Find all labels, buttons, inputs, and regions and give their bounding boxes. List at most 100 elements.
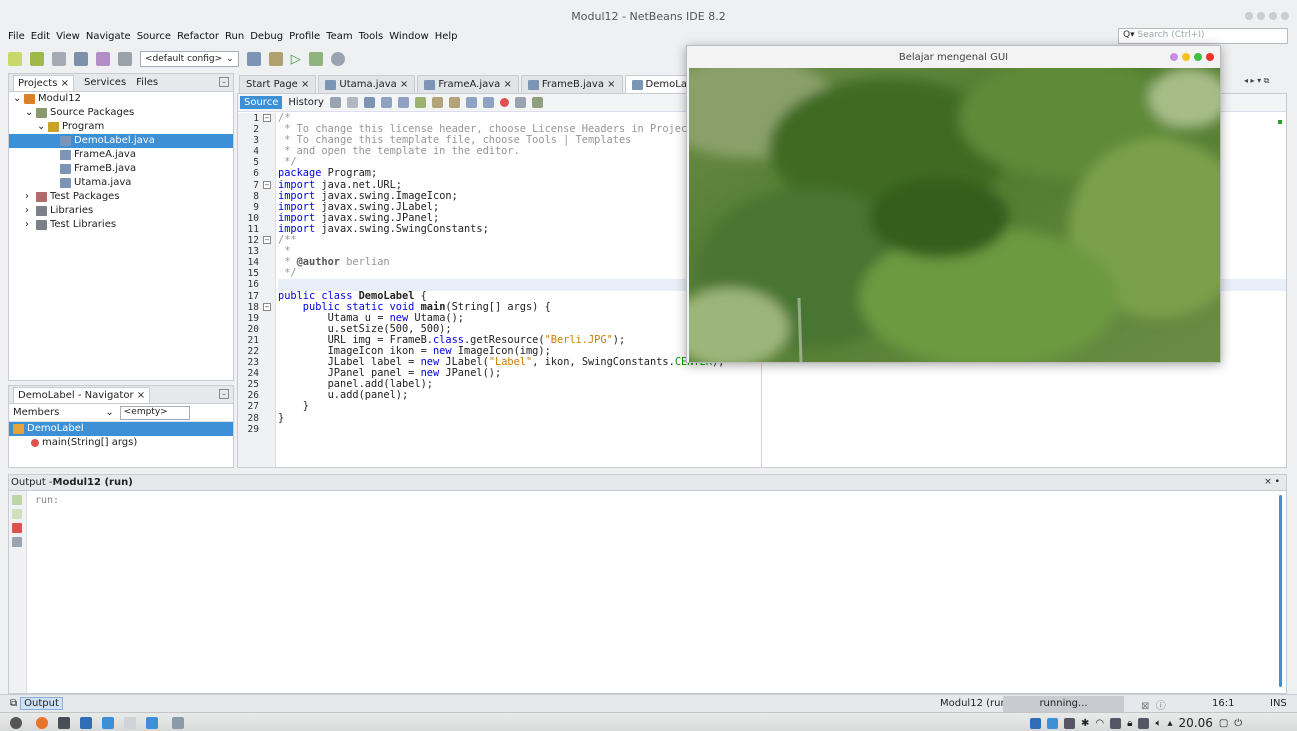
power-icon[interactable]: ⏻ (1234, 718, 1242, 729)
run-icon[interactable]: ▷ (291, 52, 301, 67)
tab-files[interactable]: Files (136, 77, 158, 88)
back-icon[interactable] (346, 97, 358, 108)
fold-toggle-icon[interactable]: − (263, 114, 271, 122)
stop-icon[interactable] (12, 523, 22, 533)
output-scrollbar[interactable] (1279, 495, 1282, 687)
menu-file[interactable]: File (8, 31, 25, 42)
expand-chevron-icon[interactable]: ⌄ (25, 106, 33, 120)
profile-icon[interactable] (330, 52, 345, 66)
clean-build-icon[interactable] (268, 52, 283, 66)
tray-app-icon[interactable] (1030, 717, 1041, 729)
minimize-icon[interactable]: – (219, 77, 229, 87)
save-all-icon[interactable] (74, 52, 88, 66)
output-button[interactable]: Output (20, 697, 63, 710)
tree-item[interactable]: Utama.java (9, 176, 233, 190)
hammer-icon[interactable] (246, 52, 261, 66)
fold-toggle-icon[interactable]: − (263, 302, 271, 311)
expand-chevron-icon[interactable]: › (25, 218, 33, 232)
fold-toggle-icon[interactable]: − (263, 236, 271, 245)
menu-view[interactable]: View (56, 31, 80, 42)
expand-chevron-icon[interactable]: ⌄ (13, 92, 21, 106)
minimize-icon[interactable] (1182, 53, 1190, 61)
tab-source[interactable]: Source (240, 96, 283, 109)
close-icon[interactable]: × • (1264, 477, 1280, 487)
find-icon[interactable] (363, 97, 375, 108)
bluetooth-icon[interactable]: ✱ (1081, 718, 1089, 729)
open-project-icon[interactable] (52, 52, 66, 66)
tab-navigator[interactable]: DemoLabel - Navigator × (13, 386, 151, 403)
tree-item[interactable]: › Libraries (9, 204, 233, 218)
window-controls[interactable] (1245, 12, 1289, 20)
close-icon[interactable] (1206, 53, 1214, 61)
toggle-highlight-icon[interactable] (414, 97, 426, 108)
expand-chevron-icon[interactable]: › (25, 190, 33, 204)
netbeans-icon[interactable] (80, 717, 92, 729)
chart-icon[interactable] (531, 97, 543, 108)
firefox-icon[interactable] (36, 717, 48, 729)
terminal-icon[interactable] (58, 717, 70, 729)
rerun-different-icon[interactable] (12, 509, 22, 519)
clipboard-icon[interactable] (1138, 717, 1150, 729)
menu-refactor[interactable]: Refactor (177, 31, 219, 42)
launcher-icon[interactable] (10, 717, 22, 729)
shift-right-icon[interactable] (448, 97, 460, 108)
wifi-icon[interactable]: ◠ (1095, 718, 1104, 729)
help-icon[interactable] (1170, 53, 1178, 61)
output-toggle[interactable]: ⧉ Output (10, 697, 63, 710)
tab-history[interactable]: History (288, 97, 324, 108)
last-edit-icon[interactable] (329, 97, 341, 108)
gui-window[interactable]: Belajar mengenal GUI (686, 45, 1221, 363)
tree-item[interactable]: FrameB.java (9, 162, 233, 176)
new-file-icon[interactable] (8, 52, 22, 66)
expand-chevron-icon[interactable]: › (25, 204, 33, 218)
stop-macro-icon[interactable] (514, 97, 526, 108)
gui-window-titlebar[interactable]: Belajar mengenal GUI (687, 46, 1220, 68)
redo-icon[interactable] (118, 52, 132, 66)
navigator-class-item[interactable]: DemoLabel (9, 422, 233, 436)
members-filter-select[interactable]: <empty> (119, 405, 190, 420)
rerun-icon[interactable] (12, 495, 22, 505)
find-prev-icon[interactable] (380, 97, 392, 108)
tab-projects[interactable]: Projects × (13, 74, 74, 91)
menu-profile[interactable]: Profile (289, 31, 320, 42)
editor-tab[interactable]: Utama.java × (318, 75, 416, 93)
tree-item[interactable]: DemoLabel.java (9, 134, 233, 148)
chevron-down-icon[interactable]: ⌄ (105, 407, 113, 418)
comment-icon[interactable] (465, 97, 477, 108)
document-icon[interactable] (124, 717, 136, 729)
cancel-progress-icon[interactable]: ⊠ ⓘ (1141, 697, 1166, 712)
editor-tab[interactable]: FrameA.java × (417, 75, 519, 93)
tree-item[interactable]: ⌄ Source Packages (9, 106, 233, 120)
image-viewer-icon[interactable] (172, 717, 184, 729)
menu-run[interactable]: Run (225, 31, 244, 42)
menu-window[interactable]: Window (389, 31, 428, 42)
tree-item[interactable]: › Test Libraries (9, 218, 233, 232)
volume-icon[interactable]: 🔈︎ (1155, 718, 1161, 729)
network-icon[interactable] (1064, 717, 1075, 729)
file-manager-icon[interactable] (102, 717, 114, 729)
show-desktop-icon[interactable]: ▢ (1219, 718, 1228, 729)
settings-icon[interactable] (12, 537, 22, 547)
menu-team[interactable]: Team (326, 31, 352, 42)
find-next-icon[interactable] (397, 97, 409, 108)
record-macro-icon[interactable] (499, 98, 509, 107)
editor-tab[interactable]: Start Page × (239, 75, 317, 93)
menu-debug[interactable]: Debug (250, 31, 283, 42)
editor-tab[interactable]: FrameB.java × (520, 75, 623, 93)
fold-toggle-icon[interactable]: − (263, 180, 271, 189)
menu-navigate[interactable]: Navigate (86, 31, 131, 42)
tree-item[interactable]: › Test Packages (9, 190, 233, 204)
app-icon[interactable] (146, 717, 158, 729)
monitor-icon[interactable] (1047, 717, 1058, 729)
search-input[interactable]: Q▾ Search (Ctrl+I) (1118, 28, 1288, 44)
uncomment-icon[interactable] (482, 97, 494, 108)
new-project-icon[interactable] (30, 52, 44, 66)
undo-icon[interactable] (96, 52, 110, 66)
tab-scroll-arrows-icon[interactable]: ◂ ▸ ▾ ⧉ (1244, 76, 1269, 86)
config-select[interactable]: <default config> ⌄ (140, 51, 239, 67)
tab-services[interactable]: Services (84, 77, 126, 88)
lock-icon[interactable]: 🔒︎ (1127, 718, 1132, 729)
tree-item[interactable]: FrameA.java (9, 148, 233, 162)
tree-item[interactable]: ⌄ Modul12 (9, 92, 233, 106)
expand-tray-icon[interactable]: ▴ (1167, 718, 1172, 729)
